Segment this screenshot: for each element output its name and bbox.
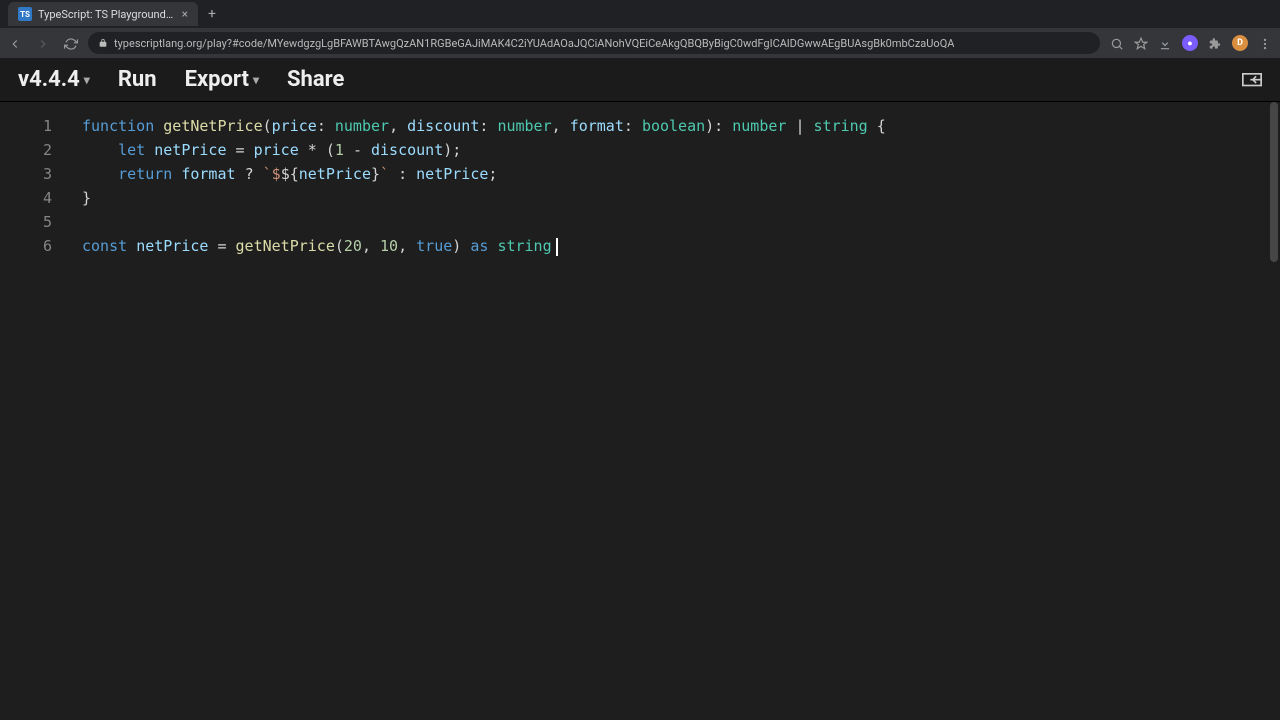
browser-chrome: TS TypeScript: TS Playground - A × + typ… <box>0 0 1280 58</box>
lock-icon <box>98 38 108 48</box>
export-dropdown[interactable]: Export ▾ <box>185 67 259 92</box>
code-area[interactable]: function getNetPrice(price: number, disc… <box>66 102 1280 720</box>
chevron-down-icon: ▾ <box>84 73 90 87</box>
run-button[interactable]: Run <box>118 67 157 92</box>
tab-title: TypeScript: TS Playground - A <box>38 8 176 21</box>
back-icon[interactable] <box>8 36 22 50</box>
line-number: 5 <box>0 210 52 234</box>
code-line[interactable]: const netPrice = getNetPrice(20, 10, tru… <box>82 234 1280 258</box>
line-number: 3 <box>0 162 52 186</box>
version-dropdown[interactable]: v4.4.4 ▾ <box>18 67 90 92</box>
code-line[interactable]: function getNetPrice(price: number, disc… <box>82 114 1280 138</box>
download-icon[interactable] <box>1158 36 1172 50</box>
browser-right-icons: ● D <box>1110 35 1272 51</box>
line-number: 4 <box>0 186 52 210</box>
tab-bar: TS TypeScript: TS Playground - A × + <box>0 0 1280 28</box>
line-gutter: 123456 <box>0 102 66 720</box>
forward-icon[interactable] <box>36 36 50 50</box>
profile-icon[interactable]: D <box>1232 35 1248 51</box>
menu-icon[interactable] <box>1258 36 1272 50</box>
nav-icons <box>8 36 78 50</box>
line-number: 6 <box>0 234 52 258</box>
url-text: typescriptlang.org/play?#code/MYewdgzgLg… <box>114 37 954 50</box>
star-icon[interactable] <box>1134 36 1148 50</box>
new-tab-button[interactable]: + <box>208 6 216 22</box>
version-label: v4.4.4 <box>18 67 80 92</box>
vertical-scrollbar[interactable] <box>1268 102 1280 720</box>
panel-toggle-icon[interactable] <box>1242 72 1262 88</box>
code-editor[interactable]: 123456 function getNetPrice(price: numbe… <box>0 102 1280 720</box>
zoom-icon[interactable] <box>1110 36 1124 50</box>
address-bar: typescriptlang.org/play?#code/MYewdgzgLg… <box>0 28 1280 58</box>
extension-icon[interactable]: ● <box>1182 35 1198 51</box>
scrollbar-thumb[interactable] <box>1270 102 1278 262</box>
code-line[interactable]: } <box>82 186 1280 210</box>
line-number: 2 <box>0 138 52 162</box>
code-line[interactable] <box>82 210 1280 234</box>
url-input[interactable]: typescriptlang.org/play?#code/MYewdgzgLg… <box>88 32 1100 54</box>
playground-toolbar: v4.4.4 ▾ Run Export ▾ Share <box>0 58 1280 102</box>
line-number: 1 <box>0 114 52 138</box>
browser-tab[interactable]: TS TypeScript: TS Playground - A × <box>8 2 198 26</box>
chevron-down-icon: ▾ <box>253 73 259 87</box>
export-label: Export <box>185 67 249 92</box>
extensions-icon[interactable] <box>1208 36 1222 50</box>
code-line[interactable]: let netPrice = price * (1 - discount); <box>82 138 1280 162</box>
code-line[interactable]: return format ? `$${netPrice}` : netPric… <box>82 162 1280 186</box>
favicon: TS <box>18 7 32 21</box>
share-button[interactable]: Share <box>287 67 344 92</box>
close-tab-icon[interactable]: × <box>182 7 188 21</box>
reload-icon[interactable] <box>64 36 78 50</box>
